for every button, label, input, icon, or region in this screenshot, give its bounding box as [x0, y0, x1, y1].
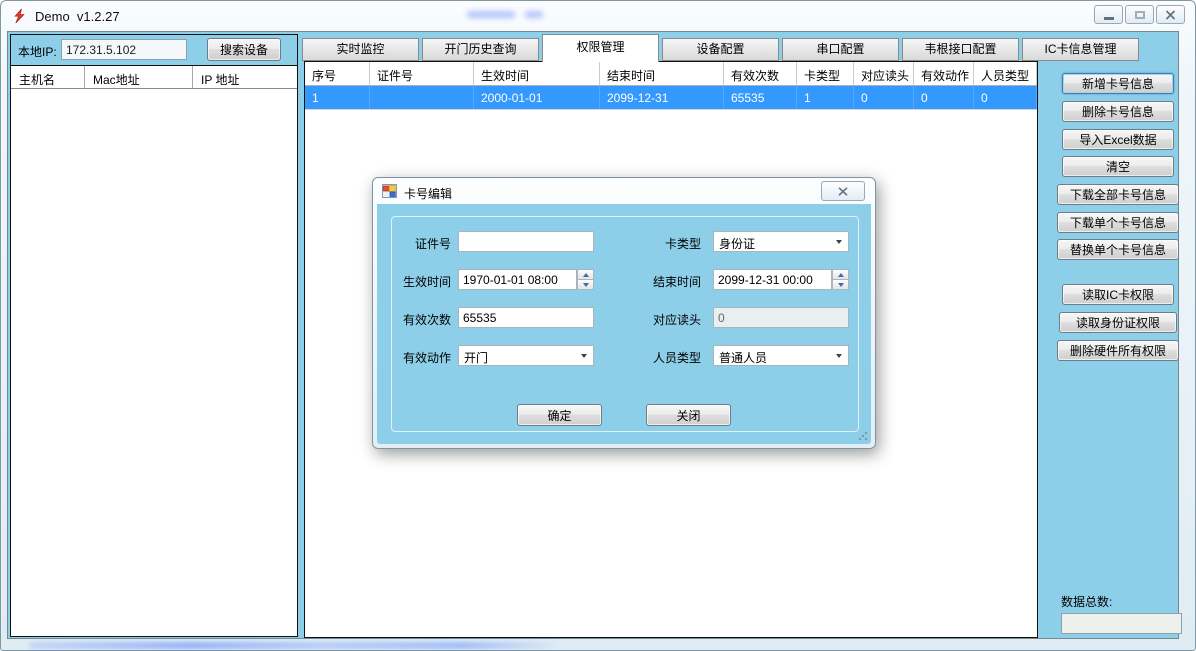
delete-hw-permission-button[interactable]: 删除硬件所有权限 [1057, 340, 1179, 361]
clear-button[interactable]: 清空 [1062, 156, 1174, 177]
download-one-card-button[interactable]: 下载单个卡号信息 [1057, 212, 1179, 233]
card-type-select[interactable]: 身份证 [713, 231, 849, 252]
chevron-down-icon[interactable] [831, 347, 847, 364]
chevron-down-icon[interactable] [576, 347, 592, 364]
card-type-value: 身份证 [719, 235, 755, 252]
col-start-time[interactable]: 生效时间 [474, 62, 600, 85]
col-reader[interactable]: 对应读头 [854, 62, 914, 85]
device-list-header: 主机名 Mac地址 IP 地址 [11, 66, 297, 89]
col-person-type[interactable]: 人员类型 [974, 62, 1037, 85]
redaction-blur [525, 11, 543, 18]
chevron-down-icon[interactable] [831, 233, 847, 250]
local-ip-input[interactable] [61, 39, 187, 60]
maximize-icon [1135, 11, 1145, 19]
redaction-blur [467, 11, 515, 18]
start-time-input[interactable] [458, 269, 577, 290]
start-time-label: 生效时间 [385, 269, 451, 290]
spin-down-icon[interactable] [577, 279, 594, 290]
close-dialog-button[interactable]: 关闭 [646, 404, 731, 426]
grid-row-selected[interactable]: 1 2000-01-01 2099-12-31 65535 1 0 0 0 [305, 86, 1037, 110]
cell-seq: 1 [305, 86, 370, 109]
cell-person-type: 0 [974, 86, 1037, 109]
cell-start-time: 2000-01-01 [474, 86, 600, 109]
minimize-icon [1104, 17, 1114, 20]
tab-door-history[interactable]: 开门历史查询 [422, 38, 539, 61]
col-action[interactable]: 有效动作 [914, 62, 974, 85]
window-controls [1094, 5, 1185, 24]
id-number-input[interactable] [458, 231, 594, 252]
device-panel: 本地IP: 搜索设备 主机名 Mac地址 IP 地址 [10, 34, 298, 637]
action-label: 有效动作 [385, 345, 451, 366]
dialog-body: 证件号 卡类型 身份证 生效时间 结束时间 [377, 204, 871, 444]
tab-serial-config[interactable]: 串口配置 [782, 38, 899, 61]
dialog-form-icon [382, 184, 397, 201]
action-value: 开门 [464, 349, 488, 366]
local-ip-label: 本地IP: [18, 43, 57, 60]
valid-times-input[interactable] [458, 307, 594, 328]
cell-card-type: 1 [797, 86, 854, 109]
delete-card-button[interactable]: 删除卡号信息 [1062, 101, 1174, 122]
spin-down-icon[interactable] [832, 279, 849, 290]
end-time-spinner [832, 269, 849, 290]
data-total-input[interactable] [1061, 613, 1182, 634]
app-lightning-icon [11, 8, 27, 24]
add-card-button[interactable]: 新增卡号信息 [1062, 73, 1174, 94]
start-time-spinner [577, 269, 594, 290]
id-number-label: 证件号 [385, 231, 451, 252]
import-excel-button[interactable]: 导入Excel数据 [1062, 129, 1174, 150]
col-seq[interactable]: 序号 [305, 62, 370, 85]
cell-action: 0 [914, 86, 974, 109]
col-end-time[interactable]: 结束时间 [600, 62, 724, 85]
col-card-type[interactable]: 卡类型 [797, 62, 854, 85]
cell-id-number [370, 86, 474, 109]
read-idcard-permission-button[interactable]: 读取身份证权限 [1059, 312, 1177, 333]
col-id-number[interactable]: 证件号 [370, 62, 474, 85]
data-total-label: 数据总数: [1061, 593, 1112, 610]
tab-realtime-monitor[interactable]: 实时监控 [302, 38, 419, 61]
cell-end-time: 2099-12-31 [600, 86, 724, 109]
window-title: Demo v1.2.27 [35, 9, 120, 24]
dialog-title: 卡号编辑 [404, 185, 452, 202]
card-edit-dialog: 卡号编辑 证件号 卡类型 身份证 生效时间 结束时间 [372, 177, 876, 449]
minimize-button[interactable] [1094, 5, 1123, 24]
ok-button[interactable]: 确定 [517, 404, 602, 426]
read-ic-permission-button[interactable]: 读取IC卡权限 [1062, 284, 1174, 305]
device-col-hostname[interactable]: 主机名 [11, 66, 85, 88]
card-type-label: 卡类型 [635, 231, 701, 252]
redaction-blur [29, 642, 561, 649]
end-time-label: 结束时间 [635, 269, 701, 290]
col-valid-times[interactable]: 有效次数 [724, 62, 797, 85]
resize-grip-icon[interactable] [858, 431, 868, 441]
cell-reader: 0 [854, 86, 914, 109]
close-button[interactable] [1156, 5, 1185, 24]
close-icon [838, 187, 848, 196]
download-all-cards-button[interactable]: 下载全部卡号信息 [1057, 184, 1179, 205]
tab-ic-card-mgmt[interactable]: IC卡信息管理 [1022, 38, 1139, 61]
tab-wiegand-config[interactable]: 韦根接口配置 [902, 38, 1019, 61]
person-type-select[interactable]: 普通人员 [713, 345, 849, 366]
tab-permission-mgmt[interactable]: 权限管理 [542, 34, 659, 62]
device-col-mac[interactable]: Mac地址 [85, 66, 193, 88]
cell-valid-times: 65535 [724, 86, 797, 109]
person-type-value: 普通人员 [719, 349, 767, 366]
grid-header: 序号 证件号 生效时间 结束时间 有效次数 卡类型 对应读头 有效动作 人员类型 [305, 62, 1037, 86]
end-time-input[interactable] [713, 269, 832, 290]
dialog-close-button[interactable] [821, 181, 865, 201]
device-col-ip[interactable]: IP 地址 [193, 66, 297, 88]
replace-one-card-button[interactable]: 替换单个卡号信息 [1057, 239, 1179, 260]
search-device-button[interactable]: 搜索设备 [207, 38, 281, 61]
titlebar: Demo v1.2.27 [1, 1, 1195, 31]
tab-device-config[interactable]: 设备配置 [662, 38, 779, 61]
close-icon [1165, 10, 1176, 20]
reader-label: 对应读头 [635, 307, 701, 328]
person-type-label: 人员类型 [635, 345, 701, 366]
maximize-button[interactable] [1125, 5, 1154, 24]
valid-times-label: 有效次数 [385, 307, 451, 328]
device-list[interactable]: 主机名 Mac地址 IP 地址 [11, 65, 297, 636]
reader-input [713, 307, 849, 328]
action-select[interactable]: 开门 [458, 345, 594, 366]
